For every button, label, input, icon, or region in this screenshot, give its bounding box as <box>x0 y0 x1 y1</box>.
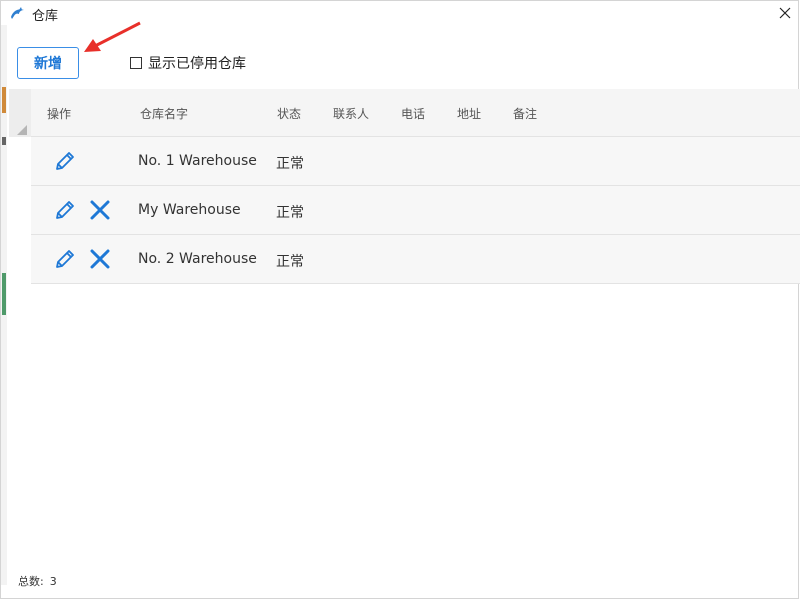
warehouse-name-cell: My Warehouse <box>138 202 241 218</box>
add-button[interactable]: 新增 <box>17 47 79 79</box>
column-header-remark[interactable]: 备注 <box>513 105 537 122</box>
dolphin-icon <box>11 7 24 19</box>
add-button-label: 新增 <box>34 56 62 72</box>
show-disabled-toggle[interactable]: 显示已停用仓库 <box>130 54 246 72</box>
pencil-icon[interactable] <box>53 198 77 222</box>
total-count: 总数: 3 <box>18 573 63 589</box>
status-cell: 正常 <box>276 254 304 270</box>
background-strip-mark <box>2 137 6 145</box>
corner-triangle-icon <box>17 125 27 135</box>
column-header-status[interactable]: 状态 <box>277 105 301 122</box>
show-disabled-label: 显示已停用仓库 <box>148 56 246 72</box>
row-gutter <box>9 186 31 235</box>
show-disabled-checkbox[interactable] <box>130 57 142 69</box>
pencil-icon[interactable] <box>53 247 77 271</box>
column-header-contact[interactable]: 联系人 <box>333 105 369 122</box>
warehouse-window: 仓库 新增 显示已停用仓库 操作 仓库名字 状态 联系人 电话 地址 备注 No… <box>0 0 800 599</box>
status-cell: 正常 <box>276 205 304 221</box>
row-gutter <box>9 235 31 284</box>
red-arrow-icon <box>84 21 141 52</box>
column-header-phone[interactable]: 电话 <box>401 105 425 122</box>
background-strip-mark <box>2 273 6 315</box>
pencil-icon[interactable] <box>53 149 77 173</box>
status-cell: 正常 <box>276 156 304 172</box>
table-row[interactable]: No. 1 Warehouse 正常 <box>31 137 800 186</box>
total-label: 总数: <box>18 575 44 588</box>
x-icon[interactable] <box>88 198 112 222</box>
table-row[interactable]: No. 2 Warehouse 正常 <box>31 235 800 284</box>
select-all-cell[interactable] <box>9 89 31 137</box>
warehouse-table: 操作 仓库名字 状态 联系人 电话 地址 备注 No. 1 Warehouse … <box>9 89 800 285</box>
column-header-actions[interactable]: 操作 <box>47 105 71 122</box>
column-header-name[interactable]: 仓库名字 <box>140 105 188 122</box>
row-gutter <box>9 137 31 186</box>
x-icon[interactable] <box>88 247 112 271</box>
total-value: 3 <box>49 575 57 588</box>
warehouse-name-cell: No. 1 Warehouse <box>138 153 257 169</box>
window-title: 仓库 <box>32 9 59 24</box>
warehouse-name-cell: No. 2 Warehouse <box>138 251 257 267</box>
column-header-address[interactable]: 地址 <box>457 105 481 122</box>
close-icon[interactable] <box>776 4 794 22</box>
table-header: 操作 仓库名字 状态 联系人 电话 地址 备注 <box>9 89 800 137</box>
table-row[interactable]: My Warehouse 正常 <box>31 186 800 235</box>
background-window-edge <box>1 25 7 585</box>
background-strip-mark <box>2 87 6 113</box>
